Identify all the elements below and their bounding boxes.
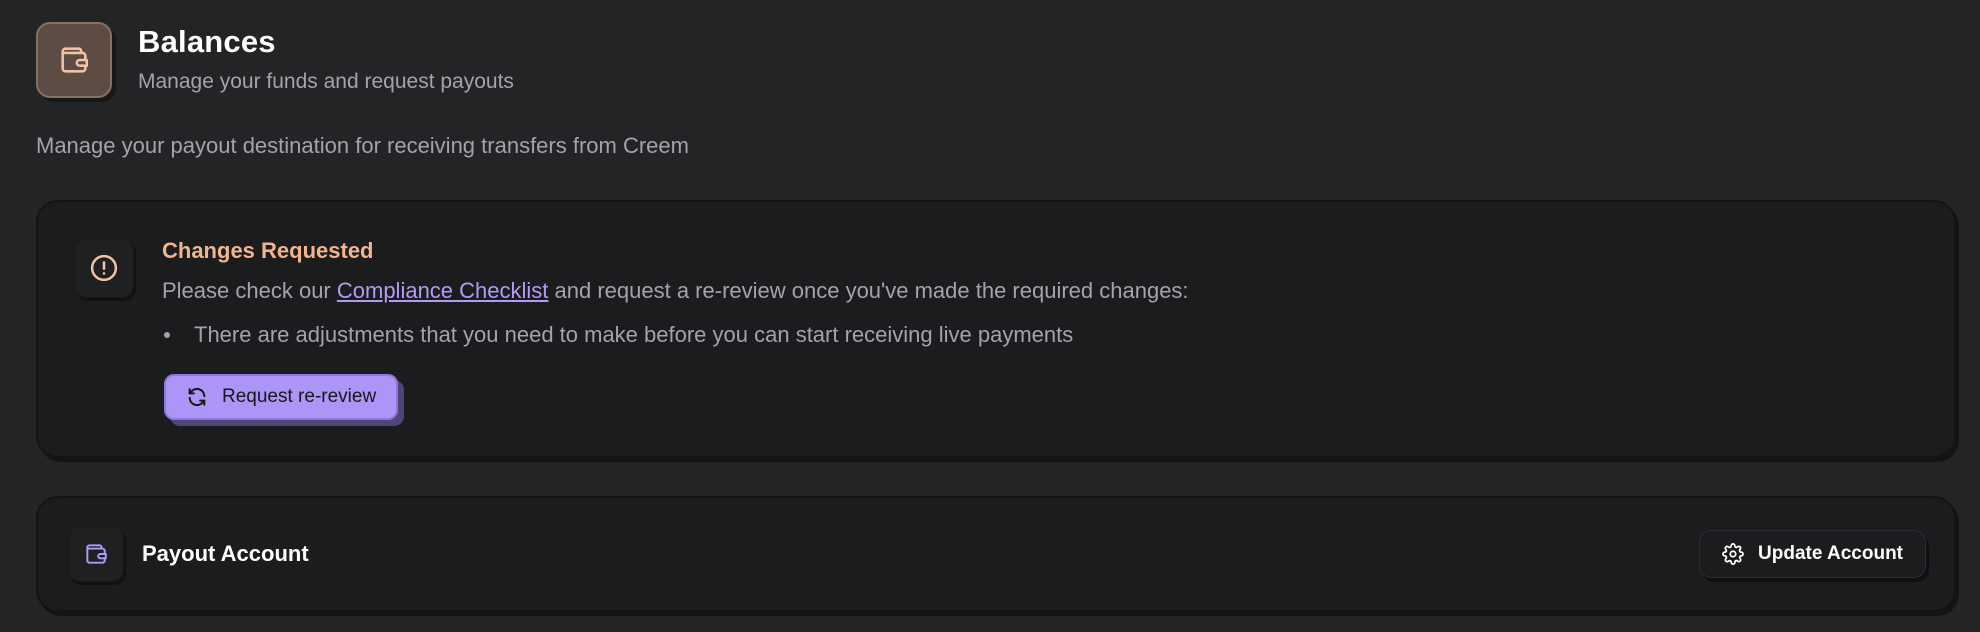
wallet-icon: [36, 22, 112, 98]
request-rereview-button[interactable]: Request re-review: [164, 374, 399, 420]
wallet-icon: [68, 526, 124, 582]
compliance-checklist-link[interactable]: Compliance Checklist: [337, 278, 549, 303]
list-item: There are adjustments that you need to m…: [162, 322, 1189, 348]
message-text-after: and request a re-review once you've made…: [548, 278, 1189, 303]
gear-icon: [1722, 543, 1744, 565]
list-item-text: There are adjustments that you need to m…: [194, 322, 1074, 347]
changes-requested-message: Please check our Compliance Checklist an…: [162, 278, 1189, 304]
changes-requested-card: Changes Requested Please check our Compl…: [36, 200, 1956, 458]
payout-account-card: Payout Account Update Account: [36, 496, 1956, 612]
update-account-button[interactable]: Update Account: [1699, 530, 1926, 578]
request-rereview-label: Request re-review: [222, 386, 377, 407]
update-account-label: Update Account: [1758, 543, 1903, 564]
alert-circle-icon: [74, 238, 134, 298]
page-title: Balances: [138, 24, 276, 59]
bullet-icon: [164, 332, 170, 338]
page-description: Manage your payout destination for recei…: [36, 133, 689, 158]
page-subtitle: Manage your funds and request payouts: [138, 70, 514, 93]
changes-requested-title: Changes Requested: [162, 238, 374, 263]
page-header: Balances Manage your funds and request p…: [36, 22, 514, 98]
payout-account-title: Payout Account: [142, 541, 309, 566]
message-text-before: Please check our: [162, 278, 337, 303]
refresh-icon: [186, 386, 208, 408]
